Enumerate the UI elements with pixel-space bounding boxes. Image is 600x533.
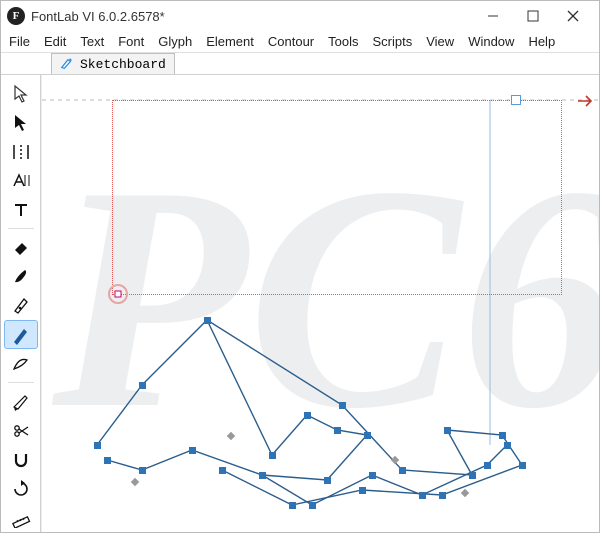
tool-pointer-outline[interactable] xyxy=(4,79,38,108)
bezier-path[interactable] xyxy=(42,75,599,532)
menu-element[interactable]: Element xyxy=(206,34,254,49)
menu-edit[interactable]: Edit xyxy=(44,34,66,49)
menu-window[interactable]: Window xyxy=(468,34,514,49)
minimize-button[interactable] xyxy=(473,1,513,31)
tool-guides[interactable] xyxy=(4,137,38,166)
tool-ruler[interactable] xyxy=(4,503,38,532)
tool-calligraphy[interactable] xyxy=(4,349,38,378)
tool-eraser[interactable] xyxy=(4,233,38,262)
tool-magnet[interactable] xyxy=(4,445,38,474)
menu-help[interactable]: Help xyxy=(528,34,555,49)
tool-pencil[interactable] xyxy=(4,320,38,349)
tab-label: Sketchboard xyxy=(80,57,166,72)
app-icon: F xyxy=(7,7,25,25)
tool-pointer-fill[interactable] xyxy=(4,108,38,137)
left-toolbar xyxy=(1,75,41,532)
sketchboard-icon xyxy=(60,57,74,71)
menu-glyph[interactable]: Glyph xyxy=(158,34,192,49)
tool-text[interactable] xyxy=(4,195,38,224)
tool-rotate[interactable] xyxy=(4,474,38,503)
menubar: File Edit Text Font Glyph Element Contou… xyxy=(1,31,599,53)
menu-tools[interactable]: Tools xyxy=(328,34,358,49)
tool-scissors[interactable] xyxy=(4,416,38,445)
maximize-button[interactable] xyxy=(513,1,553,31)
toolbar-separator xyxy=(8,382,34,383)
tool-brush[interactable] xyxy=(4,262,38,291)
menu-text[interactable]: Text xyxy=(80,34,104,49)
workarea: PC6 xyxy=(1,75,599,532)
titlebar: F FontLab VI 6.0.2.6578* xyxy=(1,1,599,31)
menu-scripts[interactable]: Scripts xyxy=(373,34,413,49)
canvas[interactable]: PC6 xyxy=(41,75,599,532)
window-title: FontLab VI 6.0.2.6578* xyxy=(31,9,473,24)
tabstrip: Sketchboard xyxy=(1,53,599,75)
menu-file[interactable]: File xyxy=(9,34,30,49)
tool-pen[interactable] xyxy=(4,291,38,320)
tool-knife[interactable] xyxy=(4,387,38,416)
toolbar-separator xyxy=(8,228,34,229)
menu-view[interactable]: View xyxy=(426,34,454,49)
tab-sketchboard[interactable]: Sketchboard xyxy=(51,53,175,74)
tool-metrics[interactable] xyxy=(4,166,38,195)
close-button[interactable] xyxy=(553,1,593,31)
menu-contour[interactable]: Contour xyxy=(268,34,314,49)
menu-font[interactable]: Font xyxy=(118,34,144,49)
